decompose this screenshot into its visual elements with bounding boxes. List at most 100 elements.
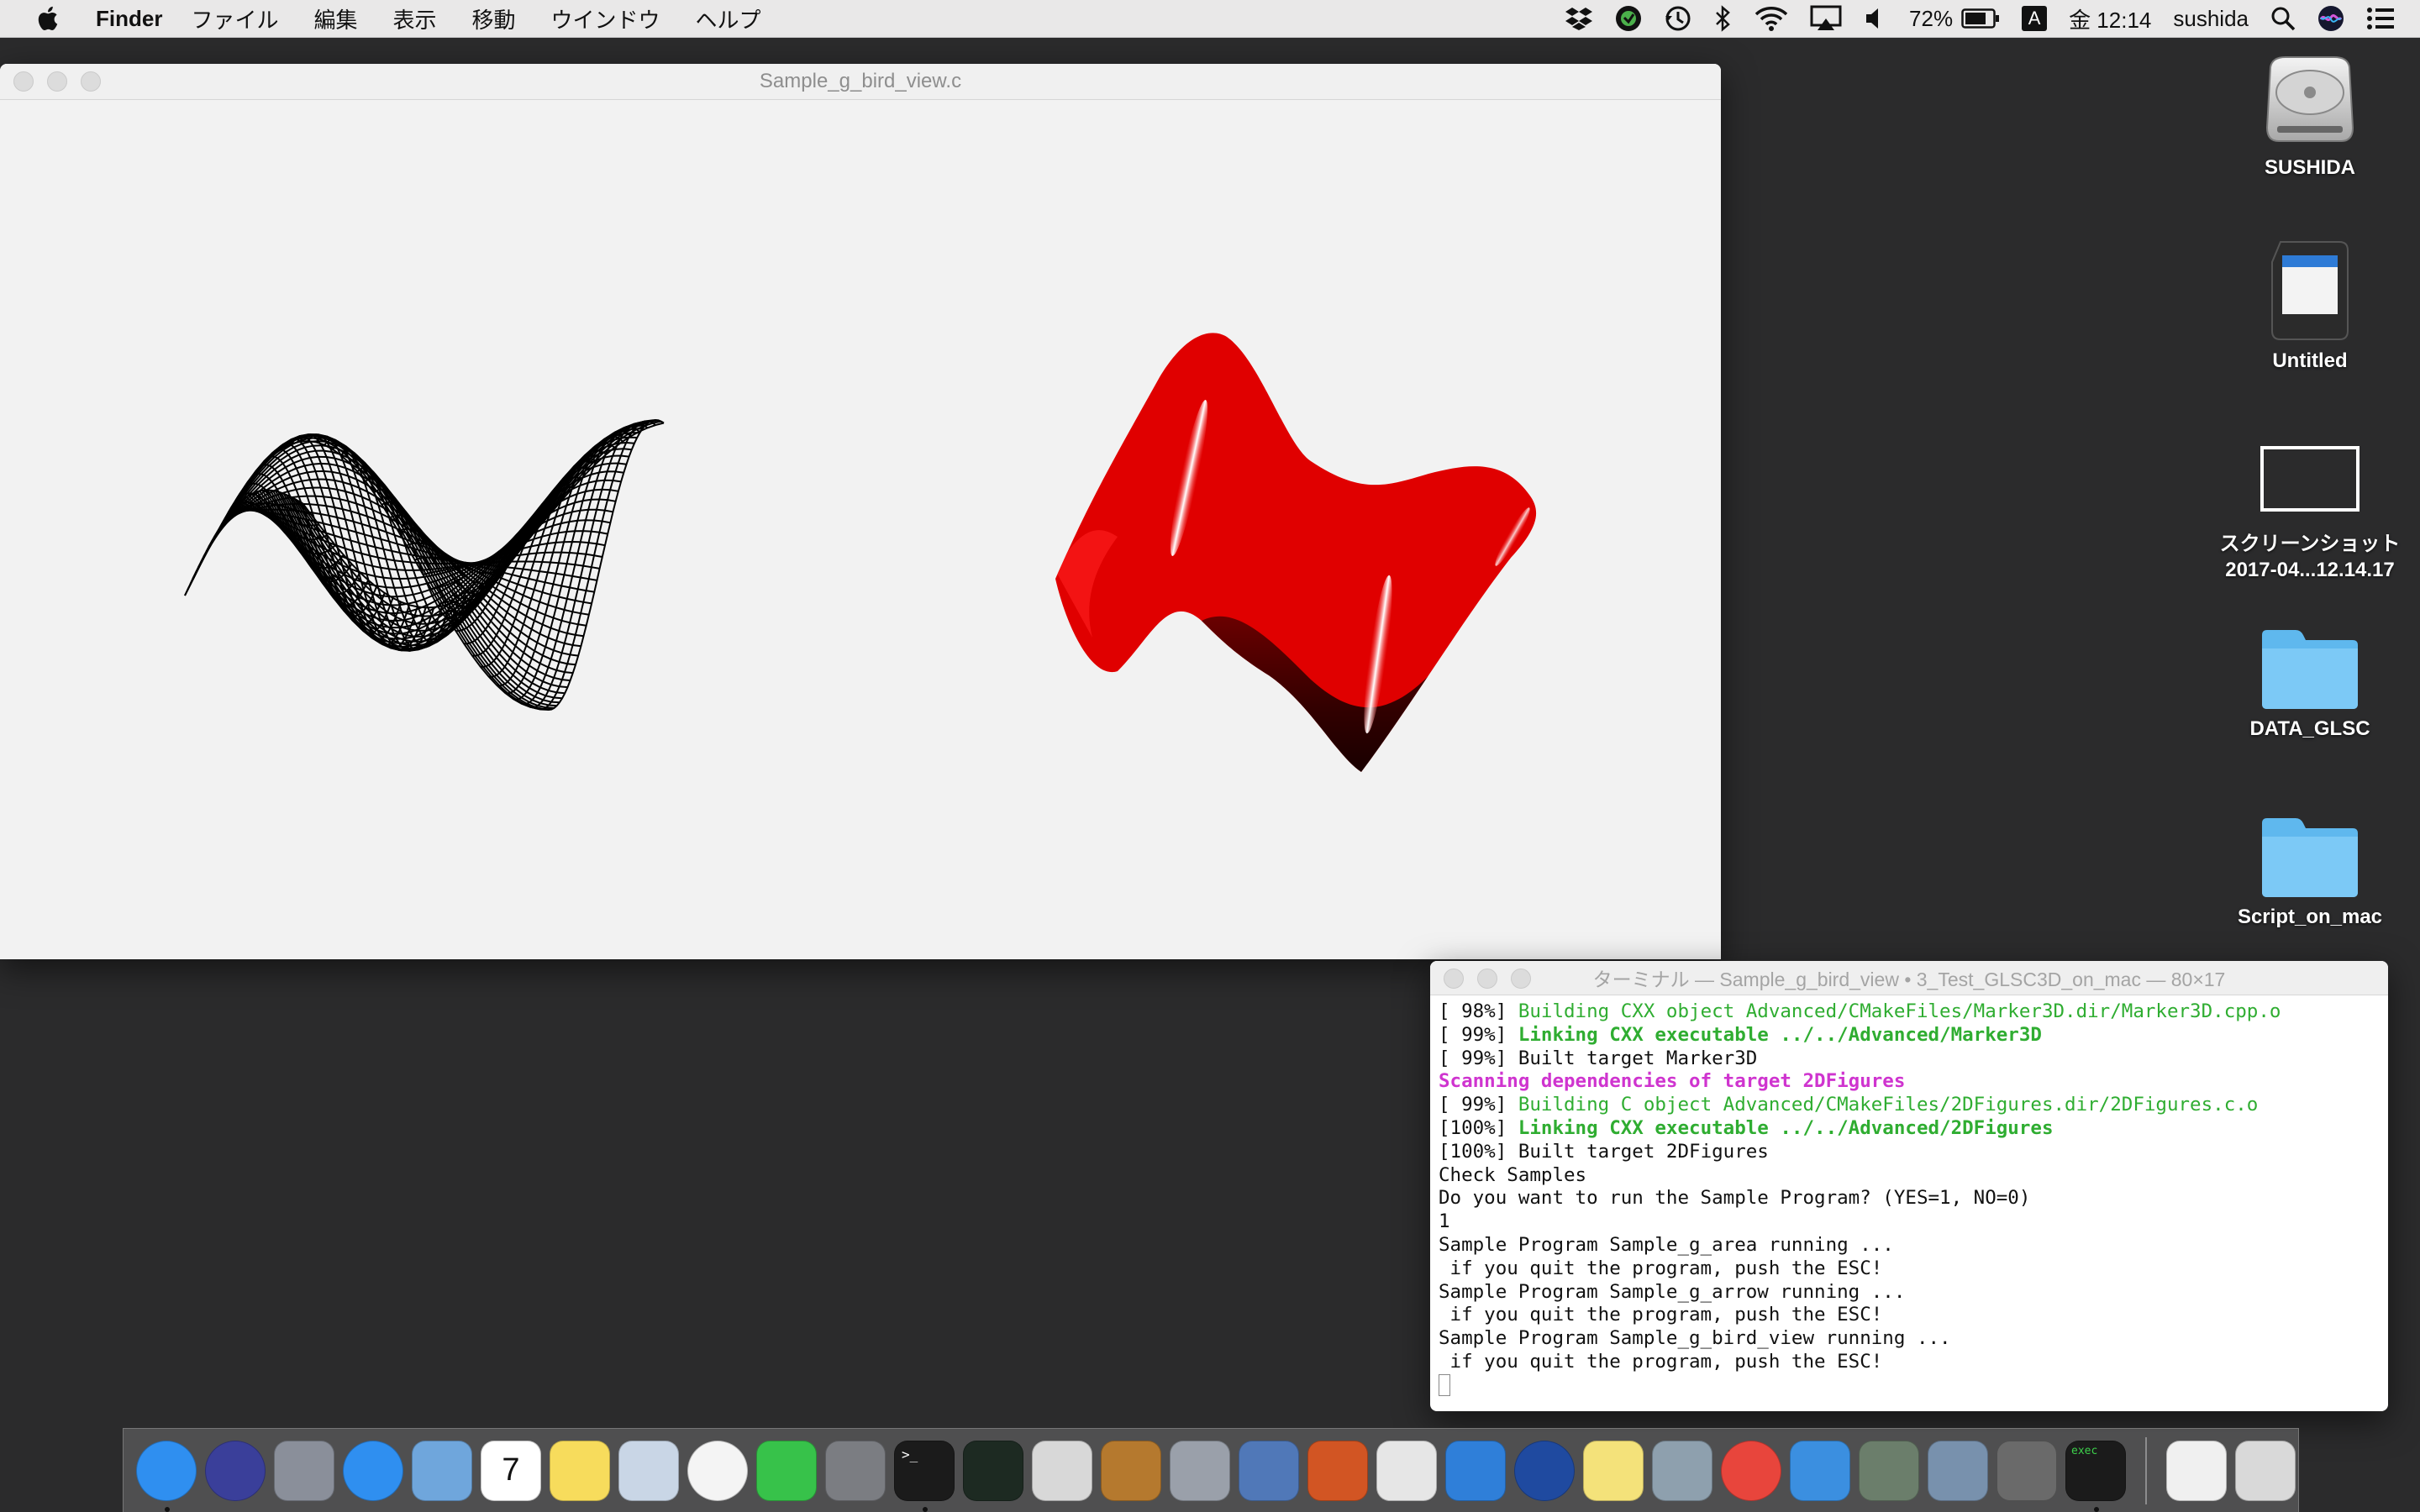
script-editor-icon[interactable] [1170, 1440, 1230, 1501]
terminal-output[interactable]: [ 98%] Building CXX object Advanced/CMak… [1430, 995, 2388, 1398]
calendar-day-glyph: 7 [502, 1452, 520, 1488]
zip-file-icon[interactable] [2166, 1440, 2227, 1501]
terminal-line: if you quit the program, push the ESC! [1439, 1257, 2380, 1281]
zoom-button[interactable] [81, 71, 101, 92]
terminal-line-text: Built target Marker3D [1518, 1047, 1758, 1069]
notes-icon[interactable] [550, 1440, 610, 1501]
launchpad-icon[interactable] [274, 1440, 334, 1501]
preview-icon[interactable] [618, 1440, 679, 1501]
texshop-icon[interactable] [1652, 1440, 1712, 1501]
terminal-line-prefix: [100%] [1439, 1116, 1518, 1139]
mail-icon[interactable] [412, 1440, 472, 1501]
minimize-button[interactable] [47, 71, 67, 92]
render-canvas[interactable] [0, 100, 1721, 959]
sd-card-icon [2271, 241, 2349, 340]
window-titlebar[interactable]: Sample_g_bird_view.c [0, 64, 1721, 100]
battery-icon[interactable] [1961, 8, 2000, 29]
dropbox-icon[interactable] [1565, 6, 1593, 31]
terminal-line-text: Linking CXX executable ../../Advanced/2D… [1518, 1116, 2054, 1139]
xcode-icon[interactable] [1790, 1440, 1850, 1501]
terminal-line-prefix: [ 99%] [1439, 1023, 1518, 1046]
terminal-zoom-button[interactable] [1511, 969, 1531, 989]
clock[interactable]: 金 12:14 [2069, 3, 2151, 34]
terminal-titlebar[interactable]: ターミナル — Sample_g_bird_view • 3_Test_GLSC… [1430, 961, 2388, 995]
image-capture-icon[interactable] [1928, 1440, 1988, 1501]
activity-monitor-icon[interactable] [963, 1440, 1023, 1501]
siri-icon[interactable] [205, 1440, 266, 1501]
terminal-window[interactable]: ターミナル — Sample_g_bird_view • 3_Test_GLSC… [1430, 961, 2388, 1411]
calendar-icon[interactable]: 7 [481, 1440, 541, 1501]
system-preferences-icon[interactable] [825, 1440, 886, 1501]
running-indicator [165, 1506, 170, 1512]
desktop-icon-sushida[interactable]: SUSHIDA [2213, 50, 2407, 180]
terminal-line: [ 99%] Linking CXX executable ../../Adva… [1439, 1024, 2380, 1047]
menu-help[interactable]: ヘルプ [696, 3, 761, 34]
chrome-icon[interactable] [1721, 1440, 1781, 1501]
input-source-icon[interactable]: A [2022, 6, 2048, 31]
terminal-line: Sample Program Sample_g_bird_view runnin… [1439, 1327, 2380, 1351]
terminal-line-text: 1 [1439, 1210, 1450, 1233]
terminal-line-text: Scanning dependencies of target 2DFigure… [1439, 1070, 1906, 1093]
terminal-line: if you quit the program, push the ESC! [1439, 1304, 2380, 1327]
keynote-podium-icon[interactable] [1445, 1440, 1506, 1501]
terminal-line: Scanning dependencies of target 2DFigure… [1439, 1070, 2380, 1094]
apple-menu-icon[interactable] [34, 3, 64, 34]
exec-terminal-icon[interactable]: exec [2065, 1440, 2126, 1512]
safari-icon[interactable] [343, 1440, 403, 1501]
bluetooth-icon[interactable] [1714, 5, 1733, 32]
airplay-icon[interactable] [1810, 5, 1842, 32]
menu-file[interactable]: ファイル [191, 3, 278, 34]
stickies-icon[interactable] [1583, 1440, 1644, 1501]
terminal-line-text: if you quit the program, push the ESC! [1439, 1350, 1883, 1373]
terminal-line-text: Sample Program Sample_g_bird_view runnin… [1439, 1327, 1951, 1350]
user-name[interactable]: sushida [2173, 6, 2249, 32]
terminal-line-prefix: [ 98%] [1439, 1000, 1518, 1022]
keynote-icon[interactable] [1101, 1440, 1161, 1501]
menu-view[interactable]: 表示 [392, 3, 436, 34]
latexit-icon[interactable] [1376, 1440, 1437, 1501]
terminal-line-prefix: [ 99%] [1439, 1047, 1518, 1069]
terminal-minimize-button[interactable] [1477, 969, 1497, 989]
battery-percent[interactable]: 72% [1909, 6, 1953, 32]
terminal-close-button[interactable] [1444, 969, 1464, 989]
x11-icon[interactable] [1032, 1440, 1092, 1501]
desktop-icon-untitled[interactable]: Untitled [2213, 237, 2407, 373]
siri-icon[interactable] [2317, 5, 2344, 32]
eye-icon[interactable] [1859, 1440, 1919, 1501]
input-source-label: A [2022, 6, 2048, 31]
spotlight-search-icon[interactable] [2270, 6, 2296, 31]
terminal-line: Check Samples [1439, 1164, 2380, 1188]
menu-edit[interactable]: 編集 [313, 3, 357, 34]
terminal-line-text: Built target 2DFigures [1518, 1140, 1769, 1163]
bird-view-window[interactable]: Sample_g_bird_view.c [0, 64, 1721, 959]
wireframe-line [529, 422, 649, 709]
menu-window[interactable]: ウインドウ [551, 3, 660, 34]
wifi-icon[interactable] [1754, 6, 1788, 31]
notification-center-icon[interactable] [2366, 7, 2395, 30]
dock-separator [2145, 1436, 2147, 1504]
mathematica-icon[interactable] [1307, 1440, 1368, 1501]
facetime-icon[interactable] [756, 1440, 817, 1501]
volume-icon[interactable] [1864, 7, 1887, 30]
photos-icon[interactable] [687, 1440, 748, 1501]
desktop-icon-label: DATA_GLSC [2249, 717, 2370, 740]
sushida-app-icon[interactable] [1996, 1440, 2057, 1501]
desktop-icon-data-glsc[interactable]: DATA_GLSC [2213, 627, 2407, 741]
terminal-icon[interactable]: >_ [894, 1440, 955, 1512]
terminal-line: [100%] Built target 2DFigures [1439, 1141, 2380, 1164]
evernote-icon[interactable] [1615, 5, 1642, 32]
desktop-icon-script-on-mac[interactable]: Script_on_mac [2213, 815, 2407, 929]
folder-icon [2262, 818, 2358, 897]
app-name-menu[interactable]: Finder [96, 6, 162, 32]
trash-icon[interactable] [2235, 1440, 2296, 1501]
terminal-line-prefix: [100%] [1439, 1140, 1518, 1163]
grapher-icon[interactable] [1239, 1440, 1299, 1501]
quicktime-icon[interactable] [1514, 1440, 1575, 1501]
terminal-window-controls [1444, 961, 1544, 996]
finder-icon[interactable] [136, 1440, 197, 1512]
menu-go[interactable]: 移動 [472, 3, 516, 34]
desktop-icon-screenshot[interactable]: スクリーンショット 2017-04...12.14.17 [2213, 445, 2407, 583]
time-machine-icon[interactable] [1664, 4, 1692, 33]
dock-item-caption: exec [2071, 1444, 2098, 1457]
close-button[interactable] [13, 71, 34, 92]
